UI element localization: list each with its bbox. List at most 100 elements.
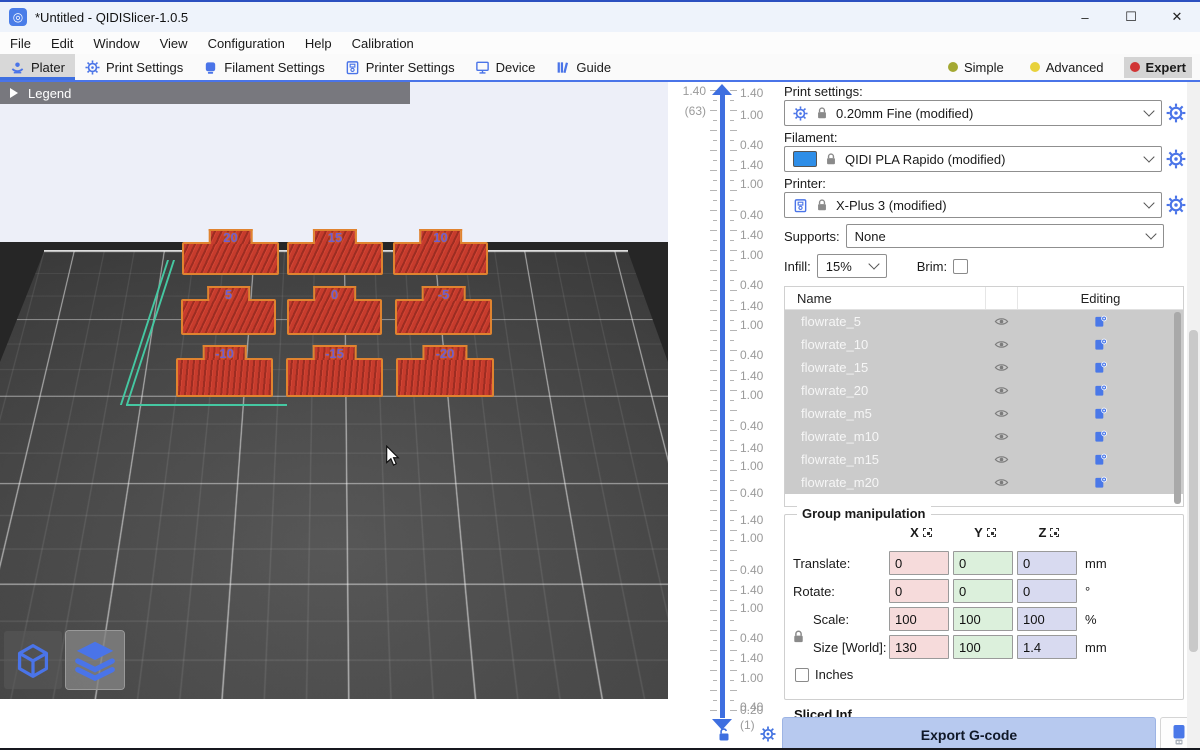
visibility-cell[interactable] xyxy=(985,429,1017,444)
y-value-input[interactable] xyxy=(953,607,1013,631)
tab-plater[interactable]: Plater xyxy=(0,54,75,80)
lock-icon xyxy=(815,198,829,212)
object-row[interactable]: flowrate_m5 xyxy=(785,402,1183,425)
column-name[interactable]: Name xyxy=(785,291,985,306)
edit-filament-settings-button[interactable] xyxy=(1166,149,1186,169)
print-settings-combo[interactable]: 0.20mm Fine (modified) xyxy=(784,100,1162,126)
layer-slider-top-thumb[interactable] xyxy=(712,84,732,95)
visibility-cell[interactable] xyxy=(985,383,1017,398)
3d-editor-view-button[interactable] xyxy=(4,631,62,689)
mode-expert[interactable]: Expert xyxy=(1124,57,1192,78)
object-row[interactable]: flowrate_10 xyxy=(785,333,1183,356)
editing-cell[interactable] xyxy=(1017,360,1183,375)
editing-cell[interactable] xyxy=(1017,452,1183,467)
brim-checkbox[interactable] xyxy=(953,259,968,274)
legend-bar[interactable]: Legend xyxy=(0,82,410,104)
object-row[interactable]: flowrate_5 xyxy=(785,310,1183,333)
inches-checkbox[interactable] xyxy=(795,668,809,682)
tab-print-settings[interactable]: Print Settings xyxy=(75,54,193,80)
y-value-input[interactable] xyxy=(953,579,1013,603)
uniform-scale-lock-icon[interactable] xyxy=(791,629,806,644)
object-row[interactable]: flowrate_20 xyxy=(785,379,1183,402)
menu-item[interactable]: View xyxy=(150,36,198,51)
z-value-input[interactable] xyxy=(1017,579,1077,603)
z-value-input[interactable] xyxy=(1017,607,1077,631)
editing-cell[interactable] xyxy=(1017,406,1183,421)
panel-scrollbar[interactable] xyxy=(1187,82,1200,750)
plate-object[interactable]: 0 xyxy=(287,299,382,335)
visibility-cell[interactable] xyxy=(985,337,1017,352)
y-value-input[interactable] xyxy=(953,635,1013,659)
tab-device[interactable]: Device xyxy=(465,54,546,80)
3d-viewport[interactable]: 20 15 10 5 xyxy=(0,82,668,699)
editing-cell[interactable] xyxy=(1017,337,1183,352)
object-row[interactable]: flowrate_m15 xyxy=(785,448,1183,471)
x-value-input[interactable] xyxy=(889,579,949,603)
plate-object[interactable]: -20 xyxy=(396,358,494,397)
z-value-input[interactable] xyxy=(1017,551,1077,575)
layer-tick-label: 1.00 xyxy=(740,459,763,473)
editing-cell[interactable] xyxy=(1017,383,1183,398)
print-preset-value: 0.20mm Fine (modified) xyxy=(836,106,1138,121)
menu-item[interactable]: Calibration xyxy=(342,36,424,51)
plate-object[interactable]: -15 xyxy=(286,358,383,397)
plate-object[interactable]: 10 xyxy=(393,242,488,275)
export-gcode-button[interactable]: Export G-code xyxy=(782,717,1156,750)
eye-icon xyxy=(994,337,1009,352)
column-editing[interactable]: Editing xyxy=(1017,287,1183,309)
x-value-input[interactable] xyxy=(889,551,949,575)
plate-object[interactable]: 20 xyxy=(182,242,279,275)
editing-cell[interactable] xyxy=(1017,314,1183,329)
lock-icon xyxy=(824,152,838,166)
edit-print-settings-button[interactable] xyxy=(1166,103,1186,123)
object-row[interactable]: flowrate_15 xyxy=(785,356,1183,379)
close-button[interactable]: ✕ xyxy=(1154,2,1200,32)
visibility-cell[interactable] xyxy=(985,475,1017,490)
plate-object[interactable]: 15 xyxy=(287,242,383,275)
edit-settings-icon xyxy=(1093,406,1108,421)
visibility-cell[interactable] xyxy=(985,360,1017,375)
plate-object[interactable]: -5 xyxy=(395,299,492,335)
layer-tick-label: 1.00 xyxy=(740,108,763,122)
tab-filament-settings[interactable]: Filament Settings xyxy=(193,54,334,80)
menu-item[interactable]: Edit xyxy=(41,36,83,51)
object-flow-value: 15 xyxy=(328,231,342,244)
plate-object[interactable]: 5 xyxy=(181,299,276,335)
visibility-cell[interactable] xyxy=(985,406,1017,421)
y-value-input[interactable] xyxy=(953,551,1013,575)
layer-slider-track[interactable] xyxy=(720,94,725,718)
plate-object[interactable]: -10 xyxy=(176,358,273,397)
menu-item[interactable]: File xyxy=(0,36,41,51)
menu-item[interactable]: Configuration xyxy=(198,36,295,51)
mode-advanced[interactable]: Advanced xyxy=(1024,57,1110,78)
x-value-input[interactable] xyxy=(889,607,949,631)
printer-combo[interactable]: X-Plus 3 (modified) xyxy=(784,192,1162,218)
tab-guide[interactable]: Guide xyxy=(545,54,621,80)
supports-value: None xyxy=(855,229,1139,244)
editing-cell[interactable] xyxy=(1017,429,1183,444)
unlock-icon[interactable] xyxy=(716,726,732,742)
menu-item[interactable]: Window xyxy=(83,36,149,51)
object-row[interactable]: flowrate_m20 xyxy=(785,471,1183,494)
supports-combo[interactable]: None xyxy=(846,224,1164,248)
infill-value: 15% xyxy=(826,259,862,274)
object-list-scrollbar[interactable] xyxy=(1174,312,1181,504)
visibility-cell[interactable] xyxy=(985,452,1017,467)
z-value-input[interactable] xyxy=(1017,635,1077,659)
tab-printer-settings[interactable]: Printer Settings xyxy=(335,54,465,80)
infill-combo[interactable]: 15% xyxy=(817,254,887,278)
minimize-button[interactable]: – xyxy=(1062,2,1108,32)
slider-gear-icon[interactable] xyxy=(760,726,776,742)
mode-simple[interactable]: Simple xyxy=(942,57,1010,78)
maximize-button[interactable]: ☐ xyxy=(1108,2,1154,32)
object-row[interactable]: flowrate_m10 xyxy=(785,425,1183,448)
edit-printer-settings-button[interactable] xyxy=(1166,195,1186,215)
editing-cell[interactable] xyxy=(1017,475,1183,490)
layer-tick-label: 1.00 xyxy=(740,177,763,191)
x-value-input[interactable] xyxy=(889,635,949,659)
menu-item[interactable]: Help xyxy=(295,36,342,51)
layer-tick-label: 0.40 xyxy=(740,138,763,152)
preview-layers-view-button[interactable] xyxy=(66,631,124,689)
visibility-cell[interactable] xyxy=(985,314,1017,329)
filament-combo[interactable]: QIDI PLA Rapido (modified) xyxy=(784,146,1162,172)
